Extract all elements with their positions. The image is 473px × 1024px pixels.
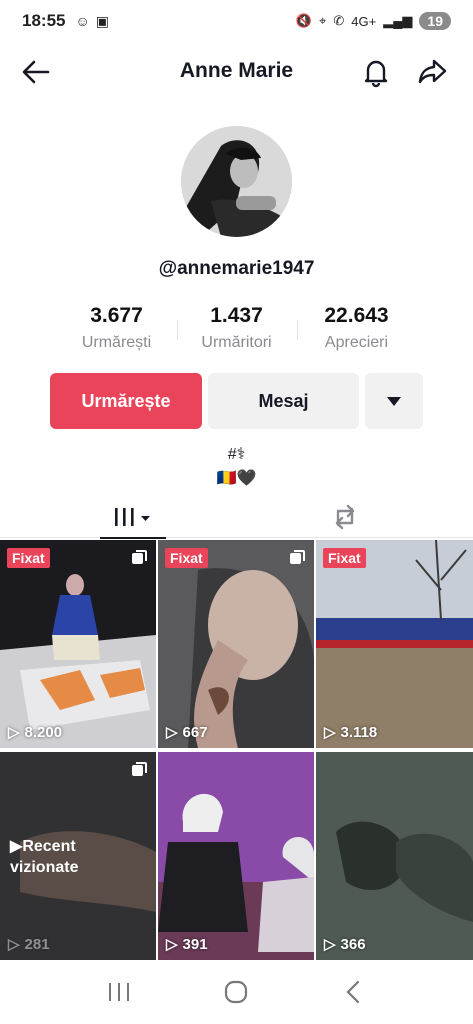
bio-line-2: 🇷🇴🖤 — [216, 470, 257, 487]
view-count-value: 366 — [340, 935, 366, 953]
content-tabs — [0, 496, 473, 539]
view-count: ▷ 8.200 — [8, 723, 63, 742]
status-time: 18:55 — [22, 11, 66, 30]
play-marker-icon: ▶ — [10, 838, 23, 855]
photo-carousel-icon — [132, 762, 147, 776]
system-nav-bar — [0, 960, 473, 1024]
play-icon: ▷ — [166, 724, 178, 741]
grid-icon — [115, 508, 150, 526]
screenshot-icon: ▣ — [95, 12, 110, 29]
bell-icon[interactable] — [358, 54, 394, 90]
play-icon: ▷ — [166, 936, 178, 953]
photo-carousel-icon — [132, 550, 147, 564]
photo-carousel-icon — [290, 550, 305, 564]
status-left-icons: ☺ ▣ — [75, 13, 109, 30]
tab-videos[interactable] — [80, 496, 186, 539]
bio: #⚕ 🇷🇴🖤 — [0, 443, 473, 491]
video-thumbnail — [316, 752, 473, 960]
location-icon: ⌖ — [319, 13, 327, 28]
view-count: ▷ 3.118 — [324, 723, 378, 742]
stat-value: 22.643 — [324, 304, 389, 327]
battery-icon: 19 — [419, 12, 451, 30]
home-icon[interactable] — [223, 979, 249, 1005]
profile-stats: 3.677 Urmărești 1.437 Urmăritori 22.643 … — [0, 304, 473, 352]
view-count: ▷ 281 — [8, 935, 50, 954]
video-tile[interactable]: Fixat ▷ 8.200 — [0, 540, 156, 748]
video-grid: Fixat ▷8.200 Fixat ▷667 Fixat ▷3.118 — [0, 540, 473, 960]
stat-label: Aprecieri — [324, 334, 389, 351]
bio-line-1: #⚕ — [227, 446, 246, 463]
view-count: ▷ 366 — [324, 935, 366, 954]
stat-label: Urmărești — [81, 334, 152, 351]
view-count-value: 667 — [182, 723, 208, 741]
share-icon[interactable] — [414, 54, 450, 90]
stat-value: 1.437 — [210, 304, 263, 327]
video-tile[interactable]: ▷ 366 — [316, 752, 473, 960]
stat-label: Urmăritori — [201, 334, 272, 351]
video-thumbnail — [0, 540, 156, 748]
recent-apps-icon[interactable] — [106, 980, 132, 1004]
top-bar: Anne Marie — [0, 44, 473, 98]
tab-reposts[interactable] — [292, 496, 398, 538]
video-thumbnail — [158, 752, 314, 960]
waze-icon: ☺ — [75, 12, 90, 29]
status-right-icons: 🔇 ⌖ ✆ 4G+ ▂▄▆ 19 — [296, 12, 451, 30]
call-icon: ✆ — [333, 13, 345, 28]
video-tile[interactable]: Fixat ▷ 667 — [158, 540, 314, 748]
page-title: Anne Marie — [179, 59, 294, 82]
play-icon: ▷ — [324, 936, 336, 953]
view-count: ▷ 667 — [166, 723, 208, 742]
signal-icon: ▂▄▆ — [383, 13, 413, 28]
caret-down-icon — [387, 397, 401, 406]
pinned-badge: Fixat — [323, 548, 366, 568]
play-icon: ▷ — [8, 724, 20, 741]
recently-viewed-label: ▶Recent vizionate — [10, 836, 78, 878]
network-icon: 4G+ — [351, 13, 377, 29]
mute-icon: 🔇 — [295, 13, 313, 28]
stat-followers[interactable]: 1.437 Urmăritori — [176, 304, 297, 352]
stat-value: 3.677 — [90, 304, 143, 327]
pinned-badge: Fixat — [7, 548, 50, 568]
view-count-value: 391 — [182, 935, 208, 953]
play-icon: ▷ — [324, 724, 336, 741]
avatar[interactable] — [181, 126, 292, 237]
video-thumbnail — [158, 540, 314, 748]
system-back-icon[interactable] — [341, 979, 367, 1005]
more-options-button[interactable] — [365, 373, 423, 429]
pinned-badge: Fixat — [165, 548, 208, 568]
video-tile[interactable]: ▷ 391 — [158, 752, 314, 960]
stat-likes[interactable]: 22.643 Aprecieri — [296, 304, 417, 352]
view-count-value: 8.200 — [24, 723, 63, 741]
status-bar: 18:55 ☺ ▣ 🔇 ⌖ ✆ 4G+ ▂▄▆ 19 — [0, 0, 473, 42]
back-arrow-icon[interactable] — [18, 54, 54, 90]
view-count: ▷ 391 — [166, 935, 208, 954]
stat-following[interactable]: 3.677 Urmărești — [57, 304, 177, 352]
message-button[interactable]: Mesaj — [208, 373, 359, 429]
video-tile[interactable]: ▶Recent vizionate ▷ 281 — [0, 752, 156, 960]
follow-button[interactable]: Urmărește — [50, 373, 202, 429]
video-thumbnail — [316, 540, 473, 748]
username: @annemarie1947 — [158, 258, 315, 279]
play-icon: ▷ — [8, 936, 20, 953]
avatar-image — [181, 126, 292, 237]
view-count-value: 281 — [24, 935, 50, 953]
repost-icon — [335, 504, 355, 530]
view-count-value: 3.118 — [340, 723, 378, 741]
video-tile[interactable]: Fixat ▷ 3.118 — [316, 540, 473, 748]
